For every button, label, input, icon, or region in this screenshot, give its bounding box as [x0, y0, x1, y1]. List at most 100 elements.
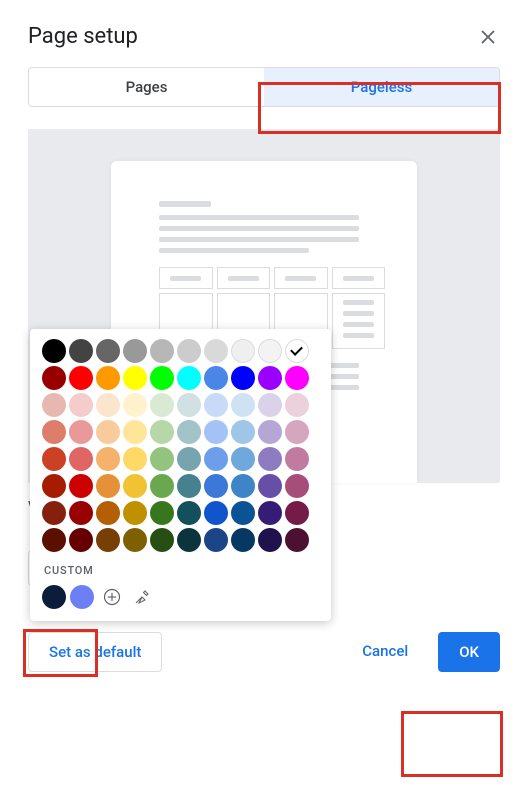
color-swatch[interactable]: [204, 474, 228, 498]
color-picker-popover: CUSTOM: [30, 329, 331, 621]
color-swatch[interactable]: [177, 339, 201, 363]
color-swatch[interactable]: [150, 501, 174, 525]
add-custom-color-button[interactable]: [100, 585, 124, 609]
color-swatch[interactable]: [204, 420, 228, 444]
cancel-button[interactable]: Cancel: [342, 632, 428, 672]
color-swatch[interactable]: [123, 366, 147, 390]
color-swatch[interactable]: [231, 501, 255, 525]
color-swatch[interactable]: [96, 393, 120, 417]
color-swatch[interactable]: [96, 366, 120, 390]
color-swatch[interactable]: [285, 474, 309, 498]
color-swatch[interactable]: [204, 501, 228, 525]
color-swatch[interactable]: [123, 393, 147, 417]
color-swatch[interactable]: [69, 528, 93, 552]
color-swatch[interactable]: [69, 366, 93, 390]
color-swatch[interactable]: [96, 447, 120, 471]
color-swatch[interactable]: [150, 366, 174, 390]
color-swatch[interactable]: [96, 420, 120, 444]
color-swatch[interactable]: [69, 474, 93, 498]
color-swatch[interactable]: [96, 474, 120, 498]
highlight-ok-button: [401, 711, 503, 777]
custom-section-label: CUSTOM: [44, 564, 319, 577]
color-swatch[interactable]: [177, 393, 201, 417]
color-swatch[interactable]: [42, 393, 66, 417]
plus-circle-icon: [102, 587, 122, 607]
color-swatch[interactable]: [231, 393, 255, 417]
color-swatch[interactable]: [204, 339, 228, 363]
color-swatch[interactable]: [177, 420, 201, 444]
color-swatch[interactable]: [258, 447, 282, 471]
tab-pageless[interactable]: Pageless: [264, 68, 499, 106]
tab-pages[interactable]: Pages: [29, 68, 264, 106]
color-swatch[interactable]: [123, 339, 147, 363]
set-default-button[interactable]: Set as default: [28, 632, 162, 672]
color-swatch[interactable]: [150, 474, 174, 498]
color-swatch[interactable]: [123, 420, 147, 444]
color-swatch[interactable]: [150, 447, 174, 471]
color-swatch[interactable]: [42, 339, 66, 363]
color-swatch[interactable]: [96, 339, 120, 363]
color-swatch[interactable]: [231, 447, 255, 471]
dialog-header: Page setup: [28, 24, 500, 49]
custom-color-swatch[interactable]: [42, 585, 66, 609]
color-swatch[interactable]: [231, 366, 255, 390]
color-swatch[interactable]: [285, 339, 309, 363]
color-swatch-grid: [42, 339, 319, 552]
color-swatch[interactable]: [258, 393, 282, 417]
color-swatch[interactable]: [42, 474, 66, 498]
color-swatch[interactable]: [150, 339, 174, 363]
color-swatch[interactable]: [150, 420, 174, 444]
custom-color-row: [42, 585, 319, 609]
color-swatch[interactable]: [258, 474, 282, 498]
close-icon: [481, 30, 495, 44]
dialog-footer: Set as default Cancel OK: [28, 632, 500, 672]
color-swatch[interactable]: [177, 528, 201, 552]
color-swatch[interactable]: [285, 366, 309, 390]
color-swatch[interactable]: [69, 447, 93, 471]
color-swatch[interactable]: [42, 501, 66, 525]
color-swatch[interactable]: [258, 501, 282, 525]
tabs: Pages Pageless: [28, 67, 500, 107]
color-swatch[interactable]: [177, 447, 201, 471]
color-swatch[interactable]: [69, 420, 93, 444]
color-swatch[interactable]: [177, 501, 201, 525]
color-swatch[interactable]: [177, 474, 201, 498]
color-swatch[interactable]: [123, 528, 147, 552]
color-swatch[interactable]: [231, 339, 255, 363]
color-swatch[interactable]: [42, 447, 66, 471]
color-swatch[interactable]: [123, 474, 147, 498]
color-swatch[interactable]: [285, 501, 309, 525]
color-swatch[interactable]: [258, 528, 282, 552]
color-swatch[interactable]: [42, 528, 66, 552]
color-swatch[interactable]: [231, 474, 255, 498]
color-swatch[interactable]: [177, 366, 201, 390]
color-swatch[interactable]: [123, 447, 147, 471]
color-swatch[interactable]: [204, 528, 228, 552]
color-swatch[interactable]: [96, 501, 120, 525]
ok-button[interactable]: OK: [438, 632, 500, 672]
color-swatch[interactable]: [123, 501, 147, 525]
close-button[interactable]: [476, 25, 500, 49]
color-swatch[interactable]: [258, 366, 282, 390]
color-swatch[interactable]: [69, 393, 93, 417]
eyedropper-button[interactable]: [130, 585, 154, 609]
color-swatch[interactable]: [231, 528, 255, 552]
color-swatch[interactable]: [258, 420, 282, 444]
custom-color-swatch[interactable]: [70, 585, 94, 609]
color-swatch[interactable]: [231, 420, 255, 444]
color-swatch[interactable]: [204, 447, 228, 471]
color-swatch[interactable]: [42, 366, 66, 390]
color-swatch[interactable]: [150, 528, 174, 552]
color-swatch[interactable]: [285, 447, 309, 471]
color-swatch[interactable]: [150, 393, 174, 417]
color-swatch[interactable]: [285, 393, 309, 417]
color-swatch[interactable]: [69, 339, 93, 363]
color-swatch[interactable]: [285, 528, 309, 552]
color-swatch[interactable]: [204, 393, 228, 417]
color-swatch[interactable]: [96, 528, 120, 552]
color-swatch[interactable]: [258, 339, 282, 363]
color-swatch[interactable]: [285, 420, 309, 444]
color-swatch[interactable]: [42, 420, 66, 444]
color-swatch[interactable]: [204, 366, 228, 390]
color-swatch[interactable]: [69, 501, 93, 525]
